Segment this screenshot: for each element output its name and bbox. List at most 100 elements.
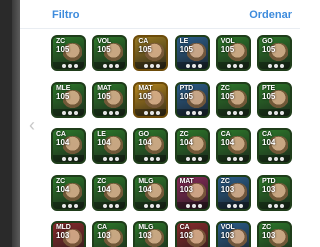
- player-card[interactable]: LE 105: [174, 35, 210, 71]
- skill-dot-icon: [62, 203, 66, 208]
- card-rating: 104: [97, 184, 111, 194]
- chevron-left-icon[interactable]: ‹: [29, 115, 35, 136]
- player-card[interactable]: MAT 105: [92, 81, 128, 118]
- card-footer: [53, 155, 84, 162]
- player-card[interactable]: PTD 105: [174, 81, 210, 118]
- skill-dot-icon: [238, 64, 243, 68]
- skill-dot-icon: [144, 157, 149, 161]
- player-card[interactable]: MAT 105: [133, 81, 169, 118]
- skill-dot-icon: [68, 64, 72, 68]
- player-card[interactable]: PTD 103: [257, 174, 292, 211]
- skill-dot-icon: [226, 110, 231, 115]
- skill-dot-icon: [185, 157, 190, 161]
- list-header: Filtro Ordenar: [20, 0, 300, 29]
- card-footer: [135, 201, 167, 209]
- skill-dot-icon: [115, 110, 120, 115]
- player-grid: ZC 105 VOL 105 CA 105 LE 105 VOL 105 GO 105 MLE 105 MA…: [51, 35, 300, 247]
- skill-dot-icon: [68, 157, 72, 161]
- card-footer: [217, 201, 249, 209]
- skill-dot-icon: [74, 157, 78, 161]
- player-card[interactable]: ZC 105: [215, 81, 251, 118]
- player-card[interactable]: CA 104: [257, 128, 292, 164]
- player-card[interactable]: LE 104: [92, 128, 128, 164]
- skill-dot-icon: [197, 157, 202, 161]
- skill-dot-icon: [185, 203, 190, 208]
- card-rating: 105: [97, 91, 111, 101]
- skill-dot-icon: [115, 64, 120, 68]
- skill-dot-icon: [74, 64, 78, 68]
- skill-dot-icon: [274, 64, 278, 68]
- skill-dot-icon: [232, 203, 237, 208]
- skill-dot-icon: [62, 157, 66, 161]
- skill-dot-icon: [238, 203, 243, 208]
- player-card[interactable]: ZC 104: [92, 174, 128, 211]
- player-card[interactable]: CA 104: [51, 128, 86, 164]
- card-rating: 103: [179, 231, 193, 240]
- card-footer: [259, 155, 290, 162]
- player-card[interactable]: MLE 105: [51, 81, 86, 118]
- skill-dot-icon: [268, 64, 272, 68]
- skill-dot-icon: [115, 203, 120, 208]
- card-footer: [217, 108, 249, 116]
- player-card[interactable]: CA 103: [92, 221, 128, 247]
- card-rating: 103: [138, 231, 152, 240]
- player-card[interactable]: CA 103: [174, 221, 210, 247]
- player-card[interactable]: MLD 103: [51, 221, 86, 247]
- card-rating: 104: [138, 138, 152, 147]
- player-card[interactable]: PTE 105: [257, 81, 292, 118]
- player-list-panel: Filtro Ordenar ‹ ZC 105 VOL 105 CA 105 LE 105 VO…: [20, 0, 300, 247]
- skill-dot-icon: [197, 110, 202, 115]
- skill-dot-icon: [280, 110, 284, 115]
- card-footer: [259, 201, 290, 209]
- card-rating: 105: [56, 91, 70, 101]
- card-footer: [176, 201, 208, 209]
- card-footer: [135, 108, 167, 116]
- player-card[interactable]: MLG 103: [133, 221, 169, 247]
- skill-dot-icon: [68, 203, 72, 208]
- skill-dot-icon: [191, 157, 196, 161]
- card-rating: 104: [262, 138, 276, 147]
- background-strip: [0, 0, 20, 247]
- player-card[interactable]: ZC 104: [174, 128, 210, 164]
- player-card[interactable]: MAT 103: [174, 174, 210, 211]
- skill-dot-icon: [103, 64, 108, 68]
- skill-dot-icon: [238, 110, 243, 115]
- skill-dot-icon: [226, 64, 231, 68]
- skill-dot-icon: [280, 157, 284, 161]
- skill-dot-icon: [280, 203, 284, 208]
- filter-button[interactable]: Filtro: [52, 9, 80, 21]
- player-card[interactable]: VOL 103: [215, 221, 251, 247]
- player-card[interactable]: VOL 105: [92, 35, 128, 71]
- card-footer: [259, 62, 290, 69]
- skill-dot-icon: [74, 110, 78, 115]
- card-rating: 105: [138, 45, 152, 54]
- card-footer: [259, 108, 290, 116]
- skill-dot-icon: [62, 64, 66, 68]
- skill-dot-icon: [185, 64, 190, 68]
- player-card[interactable]: ZC 105: [51, 35, 86, 71]
- player-card[interactable]: CA 104: [215, 128, 251, 164]
- card-rating: 104: [138, 184, 152, 194]
- player-card[interactable]: ZC 103: [257, 221, 292, 247]
- card-rating: 103: [262, 231, 276, 240]
- skill-dot-icon: [232, 157, 237, 161]
- player-card[interactable]: ZC 104: [51, 174, 86, 211]
- player-card[interactable]: VOL 105: [215, 35, 251, 71]
- card-rating: 103: [262, 184, 276, 194]
- player-card[interactable]: GO 104: [133, 128, 169, 164]
- skill-dot-icon: [238, 157, 243, 161]
- sort-button[interactable]: Ordenar: [249, 9, 292, 21]
- skill-dot-icon: [185, 110, 190, 115]
- card-rating: 103: [220, 231, 235, 240]
- card-rating: 105: [97, 45, 111, 54]
- skill-dot-icon: [150, 203, 155, 208]
- player-card[interactable]: CA 105: [133, 35, 169, 71]
- player-card[interactable]: MLG 104: [133, 174, 169, 211]
- card-rating: 105: [220, 91, 235, 101]
- card-rating: 103: [179, 184, 193, 194]
- card-rating: 105: [56, 45, 70, 54]
- skill-dot-icon: [268, 157, 272, 161]
- player-card[interactable]: ZC 103: [215, 174, 251, 211]
- card-footer: [217, 155, 249, 162]
- player-card[interactable]: GO 105: [257, 35, 292, 71]
